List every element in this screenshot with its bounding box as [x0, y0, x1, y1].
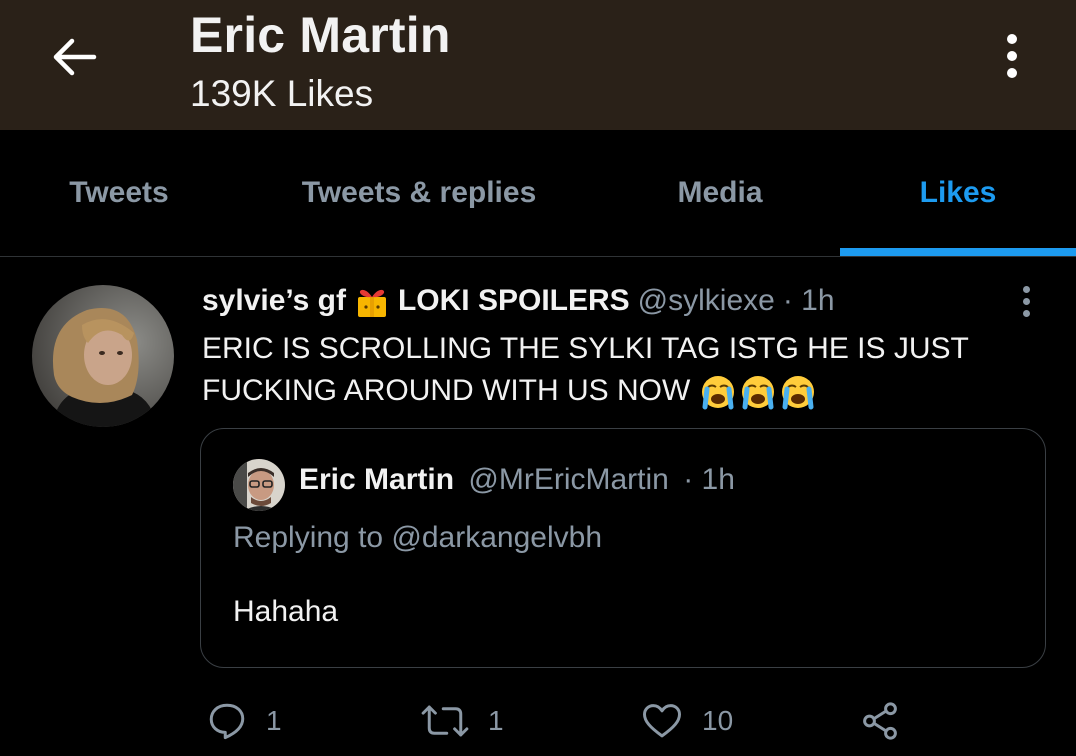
quoted-avatar[interactable] — [233, 459, 285, 511]
profile-name: Eric Martin — [190, 7, 451, 63]
tweet-body: ERIC IS SCROLLING THE SYLKI TAG ISTG HE … — [202, 328, 1042, 412]
crying-face-icon — [741, 376, 774, 410]
likes-count: 139K Likes — [190, 73, 374, 114]
quoted-tweet[interactable]: Eric Martin @MrEricMartin · 1h Replying … — [200, 428, 1046, 668]
retweet-button[interactable]: 1 — [420, 700, 504, 742]
quoted-avatar-image — [233, 459, 285, 511]
dot-icon — [1007, 34, 1017, 44]
dot-icon — [1022, 297, 1030, 305]
back-button[interactable] — [44, 30, 104, 84]
like-count: 10 — [702, 705, 734, 736]
like-button[interactable]: 10 — [640, 700, 733, 742]
emoji-group — [699, 373, 817, 411]
quoted-author-line: Eric Martin @MrEricMartin · 1h — [299, 463, 735, 497]
more-options-button[interactable] — [990, 28, 1034, 84]
tweet-time: · 1h — [782, 284, 835, 317]
quoted-author-name[interactable]: Eric Martin — [299, 463, 454, 496]
tab-likes[interactable]: Likes — [840, 130, 1076, 256]
retweet-icon — [421, 705, 469, 737]
tweet-actions: 1 1 10 — [0, 700, 1076, 744]
quoted-author-handle[interactable]: @MrEricMartin — [468, 463, 668, 496]
avatar[interactable] — [32, 285, 174, 427]
reply-count: 1 — [266, 705, 282, 736]
profile-header: Eric Martin 139K Likes — [0, 0, 1076, 130]
tab-media[interactable]: Media — [600, 130, 840, 256]
author-name[interactable]: sylvie’s gf — [202, 284, 346, 318]
author-handle[interactable]: @sylkiexe — [638, 284, 775, 318]
heart-icon — [643, 704, 681, 738]
profile-tabs: Tweets Tweets & replies Media Likes — [0, 130, 1076, 257]
dot-icon — [1022, 309, 1030, 317]
dot-icon — [1007, 51, 1017, 61]
dot-icon — [1007, 68, 1017, 78]
arrow-left-icon — [53, 38, 97, 76]
share-icon — [863, 702, 897, 740]
crying-face-icon — [781, 376, 814, 410]
tab-tweets[interactable]: Tweets — [0, 130, 238, 256]
tweet-text: ERIC IS SCROLLING THE SYLKI TAG ISTG HE … — [202, 332, 969, 407]
tweet-more-button[interactable] — [1012, 283, 1040, 319]
crying-face-icon — [701, 376, 734, 410]
author-name-suffix[interactable]: LOKI SPOILERS — [398, 284, 630, 318]
heart-gift-icon — [357, 289, 386, 317]
comment-icon — [209, 703, 245, 740]
avatar-image — [32, 285, 174, 427]
quoted-tweet-text: Hahaha — [233, 595, 339, 628]
share-button[interactable] — [858, 700, 902, 742]
tab-tweets-replies[interactable]: Tweets & replies — [238, 130, 600, 256]
active-tab-indicator — [840, 248, 1076, 256]
reply-button[interactable]: 1 — [206, 700, 282, 742]
replying-to: Replying to @darkangelvbh — [233, 521, 603, 554]
dot-icon — [1022, 285, 1030, 293]
retweet-count: 1 — [488, 705, 504, 736]
quoted-tweet-time: · 1h — [683, 463, 735, 496]
tweet-author-line: sylvie’s gf LOKI SPOILERS @sylkiexe · 1h — [202, 283, 835, 319]
